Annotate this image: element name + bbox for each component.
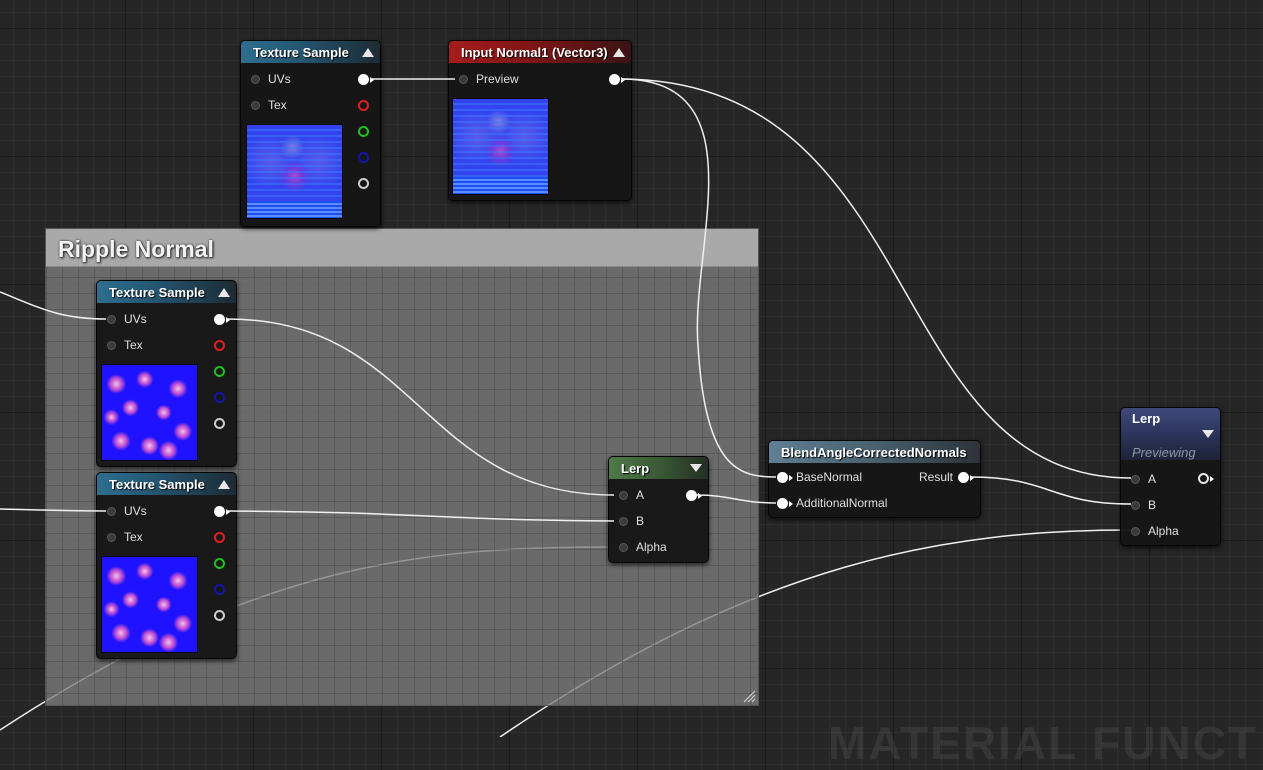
- collapse-arrow-icon[interactable]: [218, 480, 230, 489]
- node-title: Lerp: [1132, 411, 1161, 426]
- exec-pin-icon: [226, 317, 230, 323]
- b-input-pin[interactable]: [1131, 501, 1140, 510]
- node-title: Lerp: [621, 461, 650, 476]
- collapse-arrow-icon[interactable]: [218, 288, 230, 297]
- uvs-pin-label: UVs: [124, 312, 147, 326]
- b-pin-label: B: [1148, 498, 1157, 512]
- output-pin[interactable]: [609, 74, 620, 85]
- texture-sample-node-top[interactable]: Texture Sample UVs Tex: [240, 40, 381, 227]
- lerp-node[interactable]: Lerp A B Alpha: [608, 456, 709, 563]
- result-pin-label: Result: [919, 470, 954, 484]
- tex-input-pin[interactable]: [107, 533, 116, 542]
- a-input-pin[interactable]: [619, 491, 628, 500]
- exec-pin-icon: [226, 509, 230, 515]
- a-output-pin[interactable]: [358, 178, 369, 189]
- node-header[interactable]: Lerp Previewing: [1121, 408, 1220, 460]
- base-normal-pin-label: BaseNormal: [796, 470, 863, 484]
- g-output-pin[interactable]: [358, 126, 369, 137]
- uvs-pin-label: UVs: [124, 504, 147, 518]
- g-output-pin[interactable]: [214, 366, 225, 377]
- exec-pin-icon: [1210, 476, 1214, 482]
- r-output-pin[interactable]: [214, 340, 225, 351]
- output-pin[interactable]: [686, 490, 697, 501]
- alpha-pin-label: Alpha: [636, 540, 667, 554]
- node-header[interactable]: Texture Sample: [97, 473, 236, 495]
- tex-input-pin[interactable]: [251, 101, 260, 110]
- collapse-arrow-icon[interactable]: [362, 48, 374, 57]
- preview-input-pin[interactable]: [459, 75, 468, 84]
- exec-pin-icon: [789, 501, 793, 507]
- exec-pin-icon: [370, 77, 374, 83]
- node-subtitle: Previewing: [1132, 445, 1196, 460]
- node-header[interactable]: Input Normal1 (Vector3): [449, 41, 631, 63]
- a-output-pin[interactable]: [214, 418, 225, 429]
- tex-pin-label: Tex: [124, 338, 143, 352]
- a-pin-label: A: [1148, 472, 1157, 486]
- b-output-pin[interactable]: [358, 152, 369, 163]
- blend-angle-corrected-normals-node[interactable]: BlendAngleCorrectedNormals BaseNormal Ad…: [768, 440, 981, 518]
- b-input-pin[interactable]: [619, 517, 628, 526]
- resize-grip-icon[interactable]: [742, 689, 756, 703]
- r-output-pin[interactable]: [358, 100, 369, 111]
- node-title: BlendAngleCorrectedNormals: [781, 445, 967, 460]
- expand-arrow-icon[interactable]: [690, 464, 702, 472]
- b-output-pin[interactable]: [214, 392, 225, 403]
- node-header[interactable]: Texture Sample: [97, 281, 236, 303]
- tex-pin-label: Tex: [124, 530, 143, 544]
- collapse-arrow-icon[interactable]: [613, 48, 625, 57]
- input-normal-node[interactable]: Input Normal1 (Vector3) Preview: [448, 40, 632, 201]
- b-pin-label: B: [636, 514, 645, 528]
- expand-arrow-icon[interactable]: [1202, 430, 1214, 438]
- a-pin-label: A: [636, 488, 645, 502]
- exec-pin-icon: [698, 493, 702, 499]
- exec-pin-icon: [970, 475, 974, 481]
- a-output-pin[interactable]: [214, 610, 225, 621]
- alpha-pin-label: Alpha: [1148, 524, 1179, 538]
- preview-pin-label: Preview: [476, 72, 519, 86]
- exec-pin-icon: [789, 475, 793, 481]
- result-output-pin[interactable]: [958, 472, 969, 483]
- node-header[interactable]: BlendAngleCorrectedNormals: [769, 441, 980, 463]
- node-title: Input Normal1 (Vector3): [461, 45, 608, 60]
- g-output-pin[interactable]: [214, 558, 225, 569]
- texture-preview: [452, 98, 549, 195]
- node-title: Texture Sample: [109, 285, 205, 300]
- uvs-input-pin[interactable]: [107, 507, 116, 516]
- texture-sample-node-ripple-2[interactable]: Texture Sample UVs Tex: [96, 472, 237, 659]
- additional-normal-pin-label: AdditionalNormal: [796, 496, 888, 510]
- b-output-pin[interactable]: [214, 584, 225, 595]
- node-header[interactable]: Texture Sample: [241, 41, 380, 63]
- alpha-input-pin[interactable]: [619, 543, 628, 552]
- graph-watermark: MATERIAL FUNCT: [828, 717, 1259, 769]
- node-title: Texture Sample: [109, 477, 205, 492]
- base-normal-input-pin[interactable]: [777, 472, 788, 483]
- additional-normal-input-pin[interactable]: [777, 498, 788, 509]
- a-input-pin[interactable]: [1131, 475, 1140, 484]
- tex-pin-label: Tex: [268, 98, 287, 112]
- rgb-output-pin[interactable]: [358, 74, 369, 85]
- node-header[interactable]: Lerp: [609, 457, 708, 479]
- uvs-input-pin[interactable]: [107, 315, 116, 324]
- output-pin[interactable]: [1198, 473, 1209, 484]
- rgb-output-pin[interactable]: [214, 314, 225, 325]
- texture-preview: [101, 364, 198, 461]
- uvs-input-pin[interactable]: [251, 75, 260, 84]
- wire-result-to-big-b: [970, 476, 1132, 505]
- rgb-output-pin[interactable]: [214, 506, 225, 517]
- texture-preview: [246, 124, 343, 219]
- texture-sample-node-ripple-1[interactable]: Texture Sample UVs Tex: [96, 280, 237, 467]
- alpha-input-pin[interactable]: [1131, 527, 1140, 536]
- node-title: Texture Sample: [253, 45, 349, 60]
- texture-preview: [101, 556, 198, 653]
- uvs-pin-label: UVs: [268, 72, 291, 86]
- lerp-preview-node[interactable]: Lerp Previewing A B Alpha: [1120, 407, 1221, 546]
- r-output-pin[interactable]: [214, 532, 225, 543]
- comment-title[interactable]: Ripple Normal: [46, 229, 758, 267]
- tex-input-pin[interactable]: [107, 341, 116, 350]
- exec-pin-icon: [621, 77, 625, 83]
